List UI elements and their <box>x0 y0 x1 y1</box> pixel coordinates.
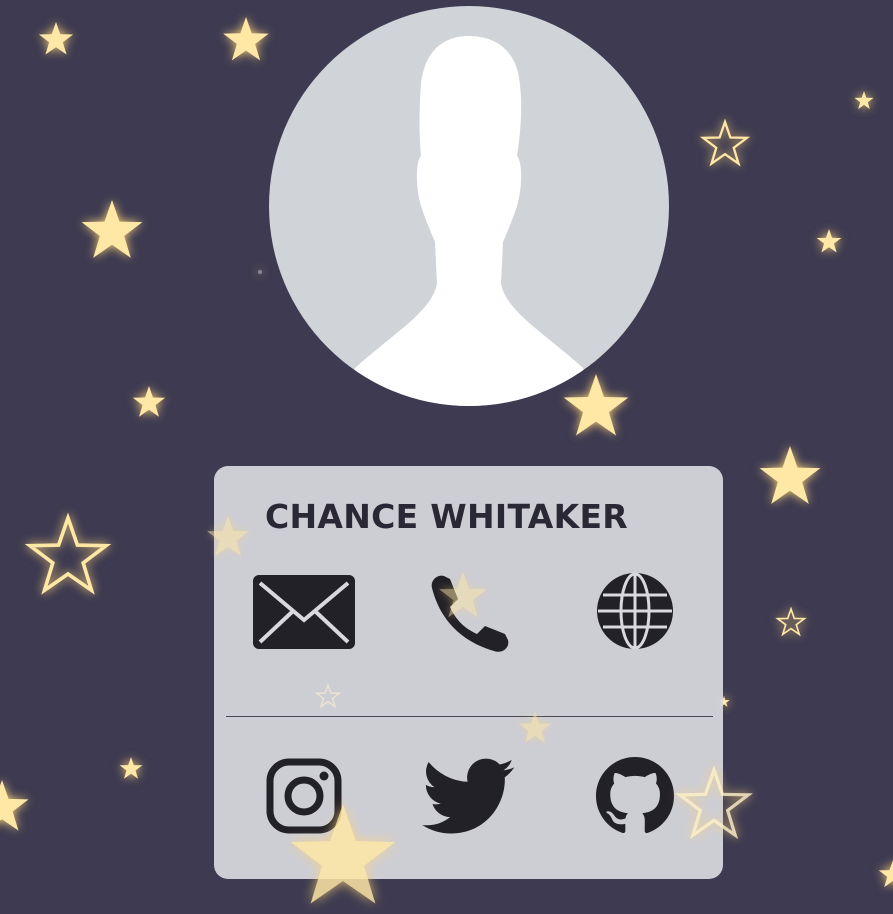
star-icon <box>38 22 74 55</box>
person-silhouette-icon <box>343 36 595 406</box>
twitter-icon[interactable] <box>422 758 516 836</box>
star-icon <box>563 374 629 436</box>
envelope-icon[interactable] <box>252 574 356 650</box>
globe-icon[interactable] <box>596 572 674 650</box>
phone-icon[interactable] <box>428 574 510 654</box>
star-icon <box>119 757 143 779</box>
star-icon <box>816 229 842 253</box>
instagram-icon[interactable] <box>266 758 342 834</box>
star-icon <box>854 91 874 110</box>
star-outline-icon <box>775 606 807 637</box>
star-icon <box>878 860 893 888</box>
star-icon <box>223 17 269 61</box>
section-divider <box>226 716 713 717</box>
star-icon <box>81 200 143 258</box>
profile-avatar <box>269 6 669 406</box>
profile-name: CHANCE WHITAKER <box>264 497 629 536</box>
star-outline-icon <box>699 118 751 167</box>
star-icon <box>132 386 166 417</box>
star-icon <box>0 780 29 831</box>
github-icon[interactable] <box>596 757 674 835</box>
star-icon <box>258 270 262 274</box>
